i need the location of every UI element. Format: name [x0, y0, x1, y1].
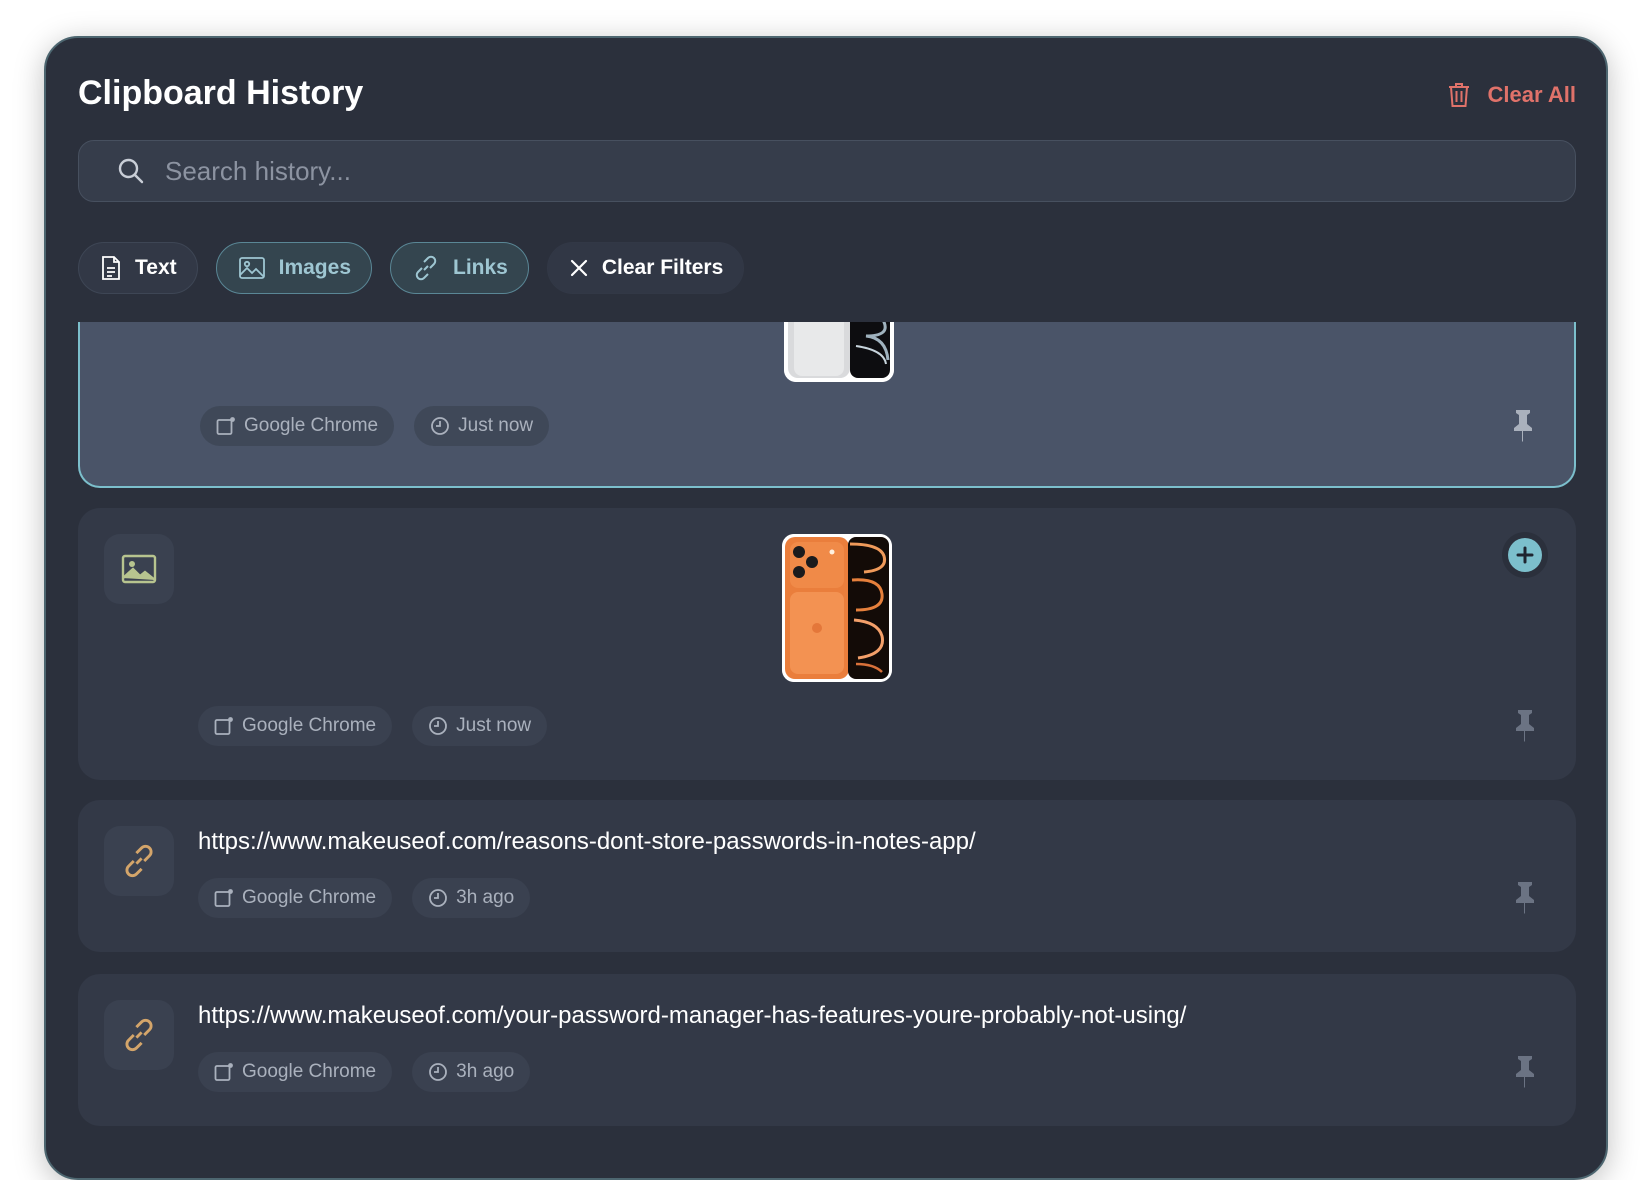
source-label: Google Chrome — [242, 1061, 377, 1082]
source-tag: Google Chrome — [198, 1052, 393, 1092]
filter-links-chip[interactable]: Links — [390, 242, 529, 294]
clock-icon — [431, 417, 450, 435]
time-label: 3h ago — [456, 1061, 515, 1082]
clock-icon — [429, 1063, 448, 1081]
plus-icon — [1508, 538, 1542, 572]
history-list: Google Chrome Just now Google Chrome Jus… — [78, 322, 1576, 1178]
item-type-icon — [104, 534, 174, 604]
source-label: Google Chrome — [242, 887, 377, 908]
image-icon — [121, 554, 157, 584]
item-meta: Google Chrome 3h ago — [198, 878, 531, 918]
filter-text-chip[interactable]: Text — [78, 242, 198, 294]
time-label: 3h ago — [456, 887, 515, 908]
filter-links-label: Links — [453, 256, 508, 279]
filter-images-chip[interactable]: Images — [215, 242, 372, 294]
pin-icon[interactable] — [1510, 1054, 1540, 1088]
time-tag: Just now — [412, 706, 548, 746]
pin-icon[interactable] — [1510, 708, 1540, 742]
filter-bar: Text Images Links Clear Filters — [78, 242, 745, 294]
pin-icon[interactable] — [1510, 880, 1540, 914]
clear-all-label: Clear All — [1487, 82, 1576, 107]
time-tag: 3h ago — [412, 1052, 531, 1092]
add-button[interactable] — [1502, 532, 1548, 578]
app-window-icon — [214, 1063, 233, 1081]
time-label: Just now — [458, 415, 534, 436]
pin-icon[interactable] — [1508, 408, 1538, 442]
clipboard-image-thumbnail — [784, 322, 894, 382]
history-item[interactable]: https://www.makeuseof.com/your-password-… — [78, 974, 1576, 1126]
clipboard-window: Clipboard History Clear All Text — [44, 36, 1608, 1180]
item-url[interactable]: https://www.makeuseof.com/reasons-dont-s… — [198, 828, 976, 856]
filter-text-label: Text — [135, 256, 177, 279]
item-meta: Google Chrome 3h ago — [198, 1052, 531, 1092]
page-title: Clipboard History — [78, 74, 364, 112]
search-icon — [118, 158, 144, 184]
link-icon — [125, 1018, 153, 1052]
clear-all-button[interactable]: Clear All — [1448, 82, 1576, 108]
clipboard-image-thumbnail — [782, 534, 892, 682]
document-icon — [102, 256, 120, 280]
image-icon — [238, 257, 265, 279]
time-tag: Just now — [414, 406, 550, 446]
trash-icon — [1448, 83, 1469, 107]
link-icon — [415, 255, 437, 281]
time-tag: 3h ago — [412, 878, 531, 918]
item-type-icon — [104, 1000, 174, 1070]
filter-images-label: Images — [278, 256, 351, 279]
source-label: Google Chrome — [242, 715, 377, 736]
history-item[interactable]: https://www.makeuseof.com/reasons-dont-s… — [78, 800, 1576, 952]
search-bar — [78, 140, 1576, 202]
close-icon — [570, 259, 587, 277]
clear-filters-button[interactable]: Clear Filters — [546, 242, 745, 294]
source-label: Google Chrome — [244, 415, 379, 436]
app-window-icon — [214, 889, 233, 907]
search-input[interactable] — [163, 154, 1547, 188]
link-icon — [125, 844, 153, 878]
item-meta: Google Chrome Just now — [198, 706, 548, 746]
history-item-selected[interactable]: Google Chrome Just now — [78, 322, 1576, 488]
time-label: Just now — [456, 715, 532, 736]
source-tag: Google Chrome — [198, 706, 393, 746]
item-url[interactable]: https://www.makeuseof.com/your-password-… — [198, 1002, 1186, 1030]
source-tag: Google Chrome — [200, 406, 395, 446]
clock-icon — [429, 889, 448, 907]
source-tag: Google Chrome — [198, 878, 393, 918]
item-meta: Google Chrome Just now — [200, 406, 550, 446]
history-item[interactable]: Google Chrome Just now — [78, 508, 1576, 780]
item-type-icon — [104, 826, 174, 896]
clear-filters-label: Clear Filters — [601, 256, 724, 279]
app-window-icon — [214, 717, 233, 735]
app-window-icon — [216, 417, 235, 435]
clock-icon — [429, 717, 448, 735]
